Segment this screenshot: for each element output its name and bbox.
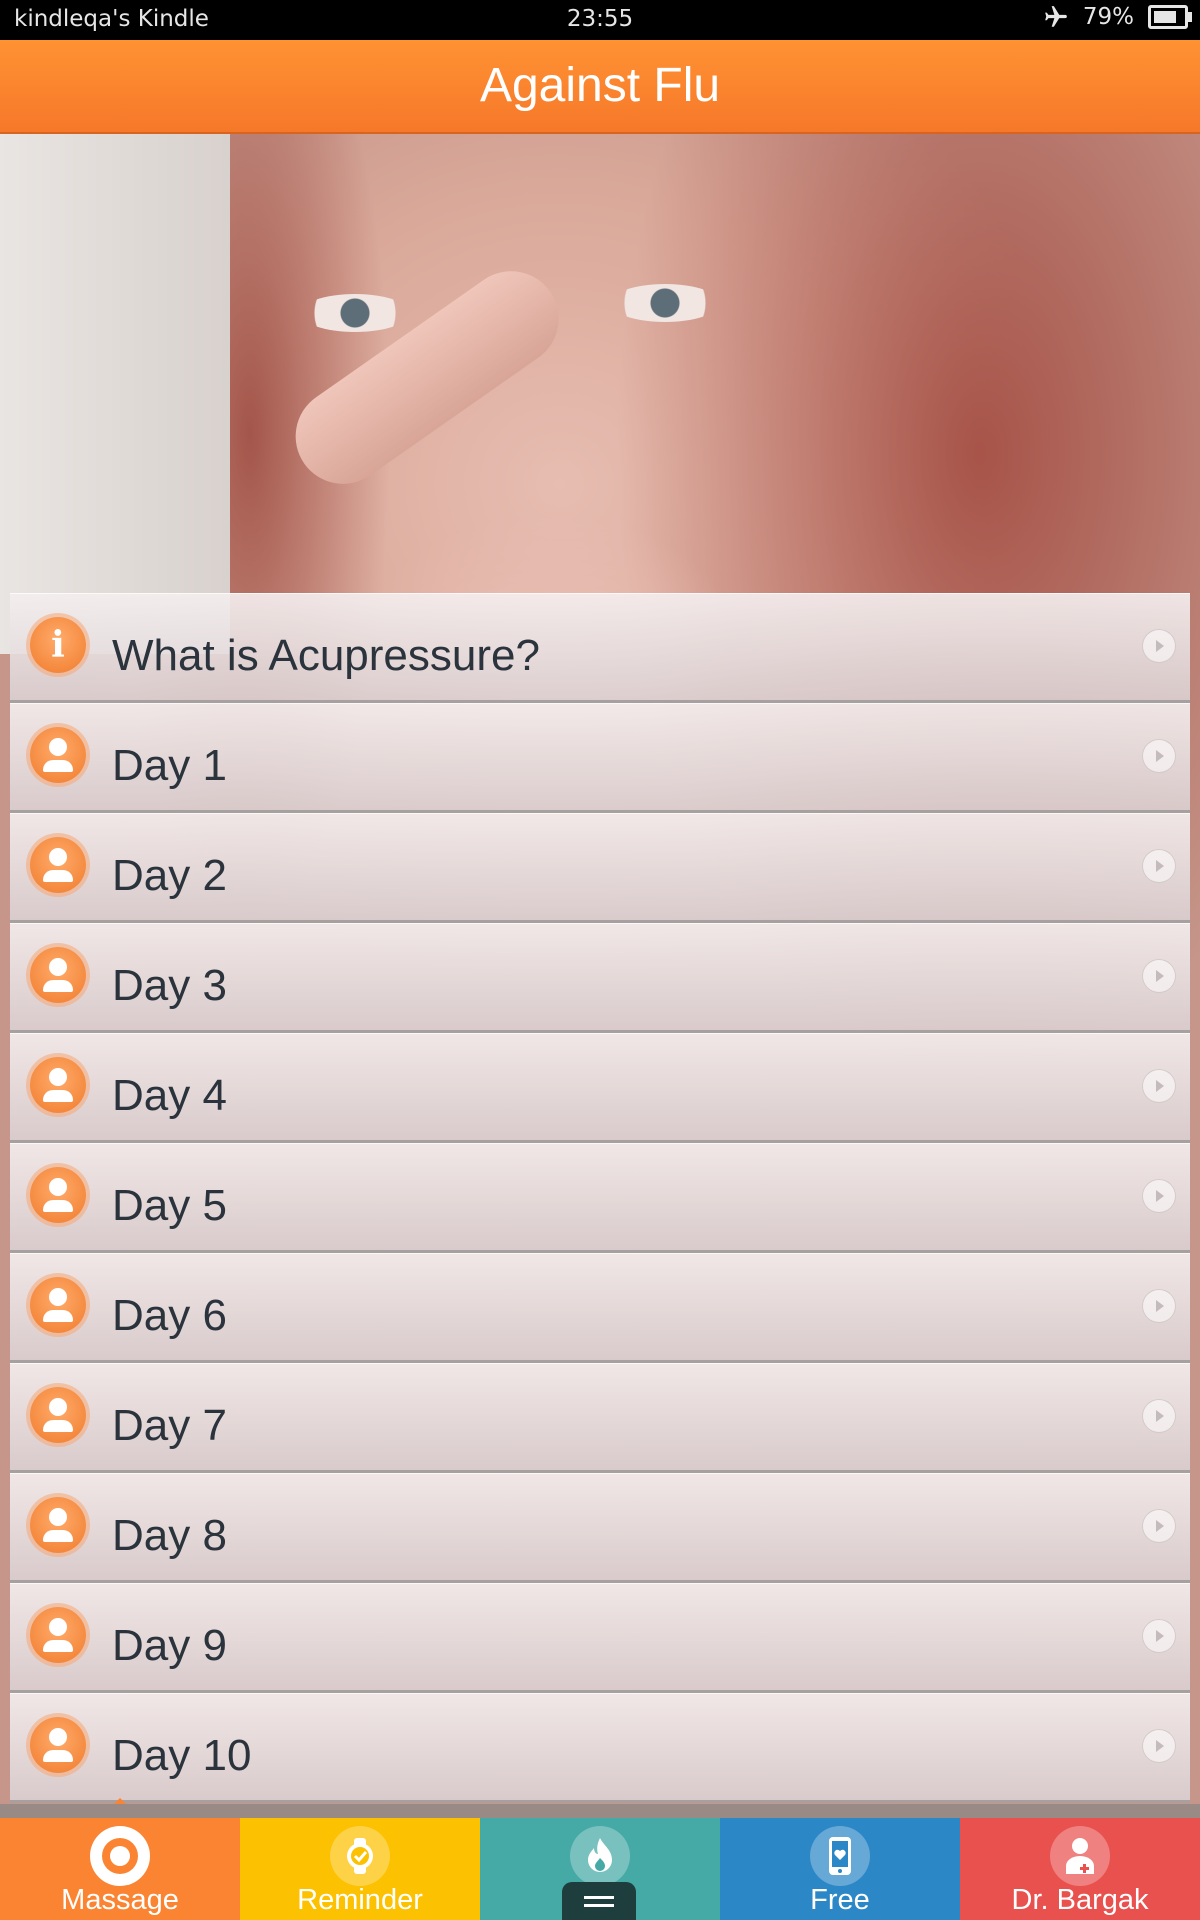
person-icon bbox=[30, 727, 86, 783]
chevron-right-icon bbox=[1142, 1069, 1176, 1103]
list-item-day[interactable]: Day 5 bbox=[10, 1143, 1190, 1253]
person-icon bbox=[30, 1607, 86, 1663]
list-item-label: Day 4 bbox=[112, 1071, 227, 1120]
doctor-icon bbox=[1050, 1826, 1110, 1886]
chevron-right-icon bbox=[1142, 849, 1176, 883]
battery-icon bbox=[1148, 5, 1192, 29]
chevron-right-icon bbox=[1142, 739, 1176, 773]
list-item-label: Day 1 bbox=[112, 741, 227, 790]
page-title: Against Flu bbox=[0, 40, 1200, 134]
list-item-day[interactable]: Day 4 bbox=[10, 1033, 1190, 1143]
list-item-label: Day 3 bbox=[112, 961, 227, 1010]
list-item-label: Day 9 bbox=[112, 1621, 227, 1670]
chevron-right-icon bbox=[1142, 1289, 1176, 1323]
chevron-right-icon bbox=[1142, 1509, 1176, 1543]
chevron-right-icon bbox=[1142, 959, 1176, 993]
list-item-day[interactable]: Day 10 bbox=[10, 1693, 1190, 1803]
list-item-label: Day 8 bbox=[112, 1511, 227, 1560]
watch-icon bbox=[330, 1826, 390, 1886]
tab-reminder[interactable]: Reminder bbox=[240, 1818, 480, 1920]
list-item-label: Day 5 bbox=[112, 1181, 227, 1230]
tab-massage[interactable]: Massage bbox=[0, 1818, 240, 1920]
chevron-right-icon bbox=[1142, 1179, 1176, 1213]
photo-wall bbox=[0, 134, 230, 654]
clock: 23:55 bbox=[566, 6, 634, 32]
tab-massage-label: Massage bbox=[61, 1884, 179, 1916]
person-icon bbox=[30, 947, 86, 1003]
list-item-day[interactable]: Day 2 bbox=[10, 813, 1190, 923]
battery-fill bbox=[1154, 11, 1176, 23]
airplane-mode-icon bbox=[1045, 6, 1067, 27]
person-icon bbox=[30, 1167, 86, 1223]
photo-eye-right bbox=[610, 284, 720, 322]
list-item-day[interactable]: Day 3 bbox=[10, 923, 1190, 1033]
person-icon bbox=[30, 1717, 86, 1773]
list-item-day[interactable]: Day 6 bbox=[10, 1253, 1190, 1363]
battery-percent: 79% bbox=[1082, 4, 1134, 30]
phone-heart-icon bbox=[810, 1826, 870, 1886]
photo-finger bbox=[277, 252, 578, 503]
chevron-right-icon bbox=[1142, 1619, 1176, 1653]
menu-handle[interactable] bbox=[562, 1882, 636, 1920]
list-item-acupressure[interactable]: i What is Acupressure? bbox=[10, 593, 1190, 703]
target-icon bbox=[90, 1826, 150, 1886]
list-item-day[interactable]: Day 1 bbox=[10, 703, 1190, 813]
list-item-label: Day 6 bbox=[112, 1291, 227, 1340]
menu-list: i What is Acupressure? Day 1 Day 2 Day 3 Day … bbox=[10, 593, 1190, 1803]
info-icon: i bbox=[30, 617, 86, 673]
chevron-right-icon bbox=[1142, 1399, 1176, 1433]
list-item-day[interactable]: Day 9 bbox=[10, 1583, 1190, 1693]
person-icon bbox=[30, 1057, 86, 1113]
chevron-right-icon bbox=[1142, 1729, 1176, 1763]
photo-eye-left bbox=[300, 294, 410, 332]
list-item-day[interactable]: Day 7 bbox=[10, 1363, 1190, 1473]
person-icon bbox=[30, 837, 86, 893]
list-item-label: What is Acupressure? bbox=[112, 631, 540, 680]
tab-dr-bargak-label: Dr. Bargak bbox=[1011, 1884, 1149, 1916]
list-item-label: Day 10 bbox=[112, 1731, 252, 1780]
status-indicators: 79% bbox=[1043, 4, 1192, 30]
person-icon bbox=[30, 1387, 86, 1443]
status-bar: kindleqa's Kindle 23:55 79% bbox=[0, 0, 1200, 40]
tab-free[interactable]: Free bbox=[720, 1818, 960, 1920]
tab-dr-bargak[interactable]: Dr. Bargak bbox=[960, 1818, 1200, 1920]
person-icon bbox=[30, 1277, 86, 1333]
list-item-day[interactable]: Day 8 bbox=[10, 1473, 1190, 1583]
chevron-right-icon bbox=[1142, 629, 1176, 663]
list-item-label: Day 7 bbox=[112, 1401, 227, 1450]
flame-icon bbox=[570, 1826, 630, 1886]
tab-free-label: Free bbox=[810, 1884, 870, 1916]
tab-reminder-label: Reminder bbox=[297, 1884, 423, 1916]
person-icon bbox=[30, 1497, 86, 1553]
list-item-label: Day 2 bbox=[112, 851, 227, 900]
